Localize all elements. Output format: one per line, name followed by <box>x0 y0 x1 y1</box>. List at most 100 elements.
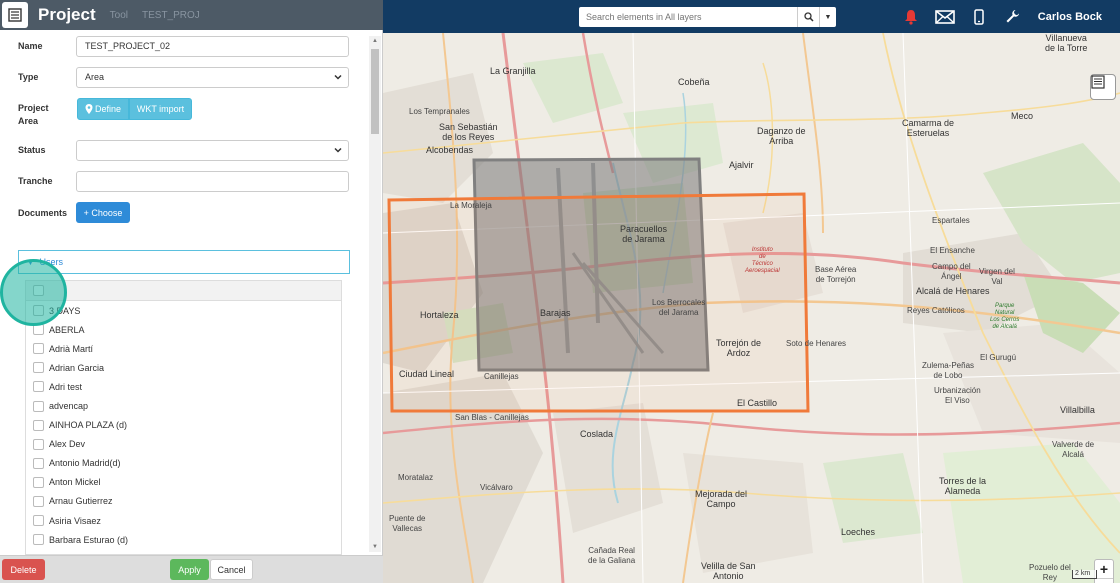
map-label-valverde: Valverde de Alcalá <box>1052 440 1095 459</box>
user-checkbox[interactable] <box>33 495 44 507</box>
user-row[interactable]: advencap <box>26 396 341 415</box>
user-checkbox[interactable] <box>33 438 44 450</box>
name-field[interactable]: TEST_PROJECT_02 <box>76 36 349 57</box>
map-label-sotohenares: Soto de Henares <box>786 339 847 348</box>
user-checkbox[interactable] <box>33 476 44 488</box>
user-row[interactable]: Adrian Garcia <box>26 358 341 377</box>
user-row[interactable]: Asiria Visaez <box>26 511 341 530</box>
layers-toggle-button[interactable] <box>1090 74 1116 100</box>
panel-faded-project: TEST_PROJ <box>142 9 200 21</box>
map-label-coslada: Coslada <box>580 429 614 439</box>
panel-scrollbar[interactable]: ▲ ▼ <box>369 36 381 552</box>
map-label-barajas: Barajas <box>540 308 571 318</box>
panel-faded-text: Tool <box>109 9 128 21</box>
choose-documents-button[interactable]: + Choose <box>76 202 130 223</box>
map-label-moraleja: La Moraleja <box>450 201 492 210</box>
user-row[interactable]: AINHOA PLAZA (d) <box>26 416 341 435</box>
user-checkbox[interactable] <box>33 400 44 412</box>
user-checkbox[interactable] <box>33 419 44 431</box>
map-label-ajalvir: Ajalvir <box>729 160 754 170</box>
map-view[interactable]: Villanueva de la Torre La Granjilla Cobeñ… <box>383 33 1120 583</box>
status-select[interactable] <box>76 140 349 161</box>
zoom-in-button[interactable]: + <box>1095 560 1113 579</box>
scroll-thumb[interactable] <box>371 49 379 134</box>
map-label-castillo: El Castillo <box>737 398 778 408</box>
user-name: Asiria Visaez <box>49 515 101 526</box>
map-label-cobena: Cobeña <box>678 77 710 87</box>
define-area-button[interactable]: Define <box>77 98 129 120</box>
type-select[interactable]: Area <box>76 67 349 88</box>
mobile-button[interactable] <box>966 4 992 30</box>
map-label-ssreyes: San Sebastián de los Reyes <box>439 122 498 142</box>
user-name: AINHOA PLAZA (d) <box>49 420 128 431</box>
map-label-espartales: Espartales <box>932 216 970 225</box>
user-checkbox[interactable] <box>33 381 44 393</box>
status-label: Status <box>18 145 46 155</box>
map-label-berrocales: Los Berrocales del Jarama <box>652 298 706 317</box>
map-label-canada: Cañada Real de la Galiana <box>588 546 636 565</box>
map-label-villalbilla: Villalbilla <box>1060 405 1095 415</box>
type-label: Type <box>18 72 39 82</box>
scroll-up-icon[interactable]: ▲ <box>372 38 378 44</box>
user-name: Alex Dev <box>49 439 86 450</box>
delete-button[interactable]: Delete <box>2 559 45 580</box>
map-label-velilla: Velilla de San Antonio <box>701 561 756 581</box>
map-label-tempranales: Los Tempranales <box>409 107 470 116</box>
search-icon <box>803 12 814 22</box>
user-menu[interactable]: Carlos Bock <box>1038 11 1102 23</box>
user-row[interactable]: Antonio Madrid(d) <box>26 454 341 473</box>
user-name: Adrian Garcia <box>49 362 105 373</box>
map-label-moratalaz: Moratalaz <box>398 473 434 482</box>
tranche-field[interactable] <box>76 171 349 192</box>
search-input[interactable] <box>579 7 797 27</box>
map-label-pozuelo: Pozuelo del Rey <box>1029 563 1071 582</box>
name-label: Name <box>18 41 43 51</box>
messages-button[interactable] <box>932 4 958 30</box>
search-button[interactable] <box>797 7 819 27</box>
user-row[interactable]: Anton Mickel <box>26 473 341 492</box>
user-checkbox[interactable] <box>33 534 44 546</box>
mobile-phone-icon <box>974 8 984 25</box>
settings-button[interactable] <box>1000 4 1026 30</box>
map-label-daganzo: Daganzo de Arriba <box>757 126 806 146</box>
map-label-loeches: Loeches <box>841 527 876 537</box>
user-name: Barbara Esturao (d) <box>49 534 129 545</box>
user-row[interactable]: Alex Dev <box>26 435 341 454</box>
user-checkbox[interactable] <box>33 343 44 355</box>
user-checkbox[interactable] <box>33 457 44 469</box>
user-checkbox[interactable] <box>33 515 44 527</box>
user-row[interactable]: 3 DAYS <box>26 301 341 320</box>
map-label-vicalvaro: Vicálvaro <box>480 483 513 492</box>
map-label-instituto: Instituto de Técnico Aeroespacial <box>745 247 780 274</box>
project-area-label-2: Area <box>18 116 39 126</box>
search-layer-dropdown[interactable]: ▼ <box>819 7 836 27</box>
user-name: Arnau Gutierrez <box>49 496 113 507</box>
top-actions: Carlos Bock <box>898 0 1120 33</box>
zoom-out-button[interactable]: − <box>1095 579 1113 583</box>
caret-down-icon: ▼ <box>824 13 832 21</box>
user-name: advencap <box>49 401 89 412</box>
apply-button[interactable]: Apply <box>170 559 209 580</box>
map-label-mejorada: Mejorada del Campo <box>695 489 748 509</box>
user-checkbox[interactable] <box>33 362 44 374</box>
users-list-header <box>26 281 341 301</box>
wrench-icon <box>1006 10 1020 23</box>
user-row[interactable]: Adrià Martí <box>26 339 341 358</box>
panel-title: Project <box>38 5 96 24</box>
users-list: 3 DAYS ABERLA Adrià Martí Adrian Garcia … <box>25 280 342 555</box>
map-label-alcobendas: Alcobendas <box>426 145 474 155</box>
user-row[interactable]: Arnau Gutierrez <box>26 492 341 511</box>
notifications-button[interactable] <box>898 4 924 30</box>
map-label-sanblas: San Blas - Canillejas <box>455 413 529 422</box>
users-section-header[interactable]: ▼ Users <box>18 250 350 274</box>
wkt-import-button[interactable]: WKT import <box>129 98 192 120</box>
user-row[interactable]: ABERLA <box>26 320 341 339</box>
user-row[interactable]: Adri test <box>26 377 341 396</box>
cancel-button[interactable]: Cancel <box>210 559 253 580</box>
user-row[interactable]: Barbara Esturao (d) <box>26 530 341 549</box>
panel-footer: Delete Apply Cancel <box>0 555 383 583</box>
user-name: ABERLA <box>49 324 85 335</box>
map-label-villanueva: Villanueva de la Torre <box>1045 33 1088 53</box>
scroll-down-icon[interactable]: ▼ <box>372 544 378 550</box>
panel-menu-button[interactable] <box>2 2 28 28</box>
